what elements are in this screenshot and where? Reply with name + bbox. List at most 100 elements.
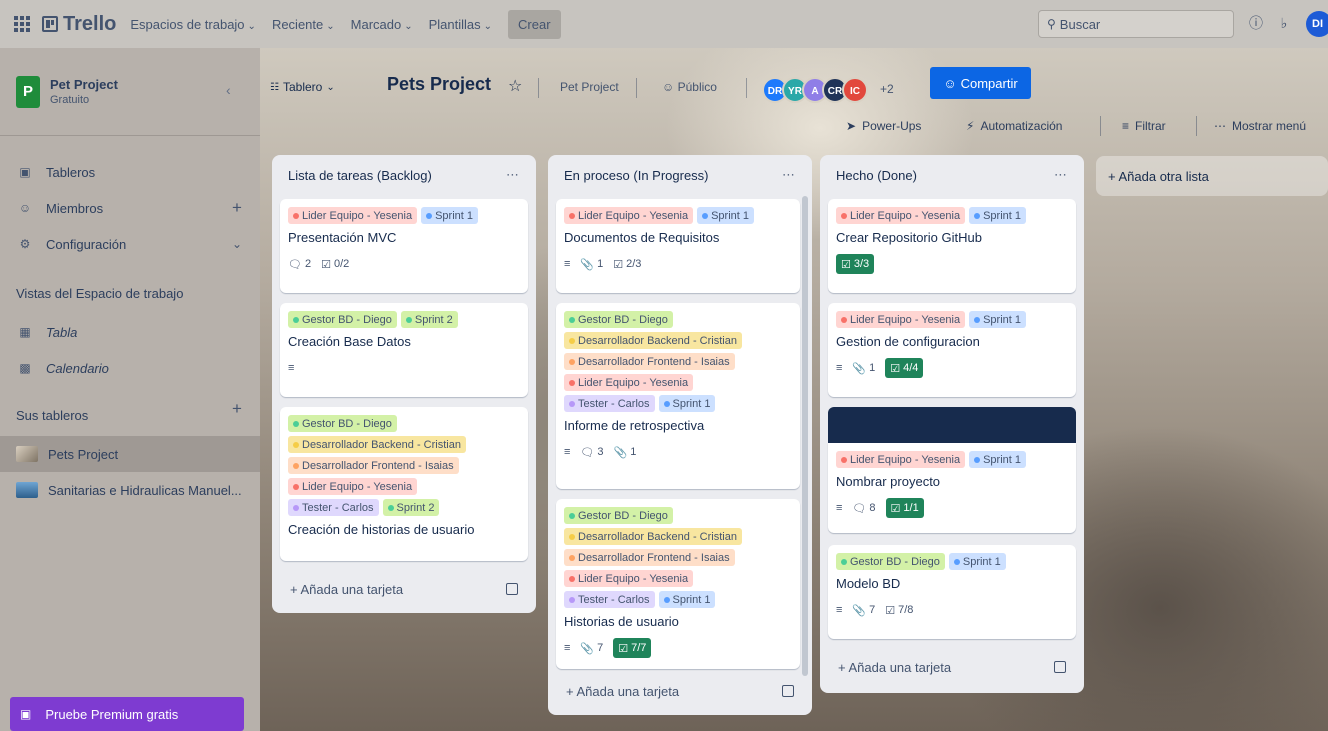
workspace-name[interactable]: Pet Project <box>50 77 118 92</box>
nav-starred[interactable]: Marcado ⌄ <box>351 17 413 32</box>
list-menu-icon[interactable]: ⋯ <box>782 167 796 183</box>
sidebar-item-calendar[interactable]: ▩ Calendario <box>0 350 260 386</box>
card-label[interactable]: Sprint 2 <box>382 499 440 516</box>
app-switcher-icon[interactable] <box>14 16 30 32</box>
card-gestion-configuracion[interactable]: Lider Equipo - Yesenia Sprint 1 Gestion … <box>828 303 1076 397</box>
view-switcher[interactable]: ☷ Tablero ⌄ <box>270 73 335 101</box>
card-label[interactable]: Sprint 1 <box>421 207 479 224</box>
add-card-button[interactable]: + Añada una tarjeta <box>280 573 528 605</box>
card-label[interactable]: Lider Equipo - Yesenia <box>564 207 694 224</box>
card-label[interactable]: Gestor BD - Diego <box>288 311 397 328</box>
card-label[interactable]: Lider Equipo - Yesenia <box>564 374 694 391</box>
card-cover[interactable] <box>828 407 1076 443</box>
more-members[interactable]: +2 <box>880 82 894 96</box>
sidebar-item-table[interactable]: ▦ Tabla <box>0 314 260 350</box>
card-label[interactable]: Sprint 1 <box>969 311 1027 328</box>
star-icon[interactable]: ☆ <box>508 76 522 96</box>
info-icon[interactable]: ⓘ <box>1246 13 1266 33</box>
search-input[interactable]: ⚲ Buscar <box>1038 10 1234 38</box>
visibility-button[interactable]: ☺ Público <box>662 80 717 94</box>
show-menu-button[interactable]: ⋯ Mostrar menú <box>1214 112 1306 140</box>
nav-templates[interactable]: Plantillas ⌄ <box>429 17 492 32</box>
card-label[interactable]: Gestor BD - Diego <box>836 553 945 570</box>
nav-recent[interactable]: Reciente ⌄ <box>272 17 335 32</box>
add-board-icon[interactable]: + <box>232 399 242 419</box>
card-label[interactable]: Sprint 1 <box>697 207 755 224</box>
add-card-button[interactable]: + Añada una tarjeta <box>556 675 804 707</box>
card-label[interactable]: Gestor BD - Diego <box>564 507 673 524</box>
board-title[interactable]: Pets Project <box>387 74 491 95</box>
chevron-down-icon[interactable]: ⌄ <box>232 237 242 251</box>
member-avatar[interactable]: IC <box>842 77 868 103</box>
attachments-badge: 📎 1 <box>852 362 876 375</box>
card-label[interactable]: Sprint 1 <box>969 207 1027 224</box>
card-label[interactable]: Lider Equipo - Yesenia <box>288 478 418 495</box>
workspace-header: P Pet Project Gratuito <box>0 48 260 136</box>
card-presentacion-mvc[interactable]: Lider Equipo - Yesenia Sprint 1 Presenta… <box>280 199 528 293</box>
nav-workspaces[interactable]: Espacios de trabajo ⌄ <box>130 17 256 32</box>
card-label[interactable]: Lider Equipo - Yesenia <box>288 207 418 224</box>
card-template-icon[interactable] <box>1054 661 1066 673</box>
workspace-link[interactable]: Pet Project <box>560 80 619 94</box>
card-label[interactable]: Lider Equipo - Yesenia <box>564 570 694 587</box>
list-title[interactable]: Lista de tareas (Backlog) <box>288 168 432 183</box>
comments-badge: 🗨 8 <box>852 502 876 515</box>
card-modelo-bd[interactable]: Gestor BD - Diego Sprint 1 Modelo BD ≡ 📎… <box>828 545 1076 639</box>
attachments-badge: 📎 7 <box>852 604 876 617</box>
card-label[interactable]: Tester - Carlos <box>564 395 655 412</box>
card-label[interactable]: Desarrollador Backend - Cristian <box>564 528 742 545</box>
card-label[interactable]: Lider Equipo - Yesenia <box>836 207 966 224</box>
card-label[interactable]: Desarrollador Backend - Cristian <box>564 332 742 349</box>
card-crear-repositorio[interactable]: Lider Equipo - Yesenia Sprint 1 Crear Re… <box>828 199 1076 293</box>
card-label[interactable]: Gestor BD - Diego <box>564 311 673 328</box>
user-avatar[interactable]: DI <box>1306 11 1328 37</box>
notifications-bell-icon[interactable]: ♭ <box>1274 13 1294 33</box>
card-label[interactable]: Sprint 1 <box>948 553 1006 570</box>
card-label[interactable]: Tester - Carlos <box>564 591 655 608</box>
divider <box>1196 116 1197 136</box>
sidebar-board-sanitarias[interactable]: Sanitarias e Hidraulicas Manuel... <box>0 472 260 508</box>
card-label[interactable]: Desarrollador Frontend - Isaias <box>288 457 459 474</box>
card-label[interactable]: Gestor BD - Diego <box>288 415 397 432</box>
card-nombrar-proyecto[interactable]: Lider Equipo - Yesenia Sprint 1 Nombrar … <box>828 443 1076 533</box>
power-ups-button[interactable]: ➤ Power-Ups <box>846 112 921 140</box>
card-label[interactable]: Desarrollador Frontend - Isaias <box>564 353 735 370</box>
card-label[interactable]: Sprint 2 <box>400 311 458 328</box>
premium-trial-button[interactable]: ▣ Pruebe Premium gratis <box>10 697 244 731</box>
card-label[interactable]: Desarrollador Backend - Cristian <box>288 436 466 453</box>
card-historias-usuario[interactable]: Gestor BD - Diego Desarrollador Backend … <box>280 407 528 561</box>
card-label[interactable]: Sprint 1 <box>658 395 716 412</box>
card-informe-retrospectiva[interactable]: Gestor BD - Diego Desarrollador Backend … <box>556 303 800 489</box>
add-list-button[interactable]: + Añada otra lista <box>1096 156 1328 196</box>
sidebar-item-settings[interactable]: ⚙ Configuración ⌄ <box>0 226 260 262</box>
card-label[interactable]: Desarrollador Frontend - Isaias <box>564 549 735 566</box>
list-menu-icon[interactable]: ⋯ <box>506 167 520 183</box>
add-member-icon[interactable]: + <box>232 198 242 218</box>
card-label[interactable]: Sprint 1 <box>658 591 716 608</box>
card-label[interactable]: Tester - Carlos <box>288 499 379 516</box>
add-card-button[interactable]: + Añada una tarjeta <box>828 651 1076 683</box>
checklist-icon: ☑ <box>618 642 629 655</box>
card-documentos-requisitos[interactable]: Lider Equipo - Yesenia Sprint 1 Document… <box>556 199 800 293</box>
card-creacion-base-datos[interactable]: Gestor BD - Diego Sprint 2 Creación Base… <box>280 303 528 397</box>
share-button[interactable]: ☺ Compartir <box>930 67 1031 99</box>
list-title[interactable]: Hecho (Done) <box>836 168 917 183</box>
collapse-sidebar-icon[interactable]: ‹ <box>226 82 231 98</box>
card-template-icon[interactable] <box>782 685 794 697</box>
filter-button[interactable]: ≡ Filtrar <box>1122 112 1166 140</box>
card-label[interactable]: Sprint 1 <box>969 451 1027 468</box>
card-template-icon[interactable] <box>506 583 518 595</box>
sidebar-board-pets-project[interactable]: Pets Project <box>0 436 260 472</box>
trello-logo[interactable]: Trello <box>42 13 116 36</box>
list-title[interactable]: En proceso (In Progress) <box>564 168 709 183</box>
card-historias-de-usuario[interactable]: Gestor BD - Diego Desarrollador Backend … <box>556 499 800 669</box>
more-icon: ⋯ <box>1214 119 1226 133</box>
card-label[interactable]: Lider Equipo - Yesenia <box>836 451 966 468</box>
list-menu-icon[interactable]: ⋯ <box>1054 167 1068 183</box>
sidebar-item-boards[interactable]: ▣ Tableros <box>0 154 260 190</box>
sidebar-item-members[interactable]: ☺ Miembros + <box>0 190 260 226</box>
create-button[interactable]: Crear <box>508 9 561 39</box>
card-label[interactable]: Lider Equipo - Yesenia <box>836 311 966 328</box>
automation-button[interactable]: ⚡ Automatización <box>966 112 1062 140</box>
list-scrollbar[interactable] <box>802 196 808 676</box>
